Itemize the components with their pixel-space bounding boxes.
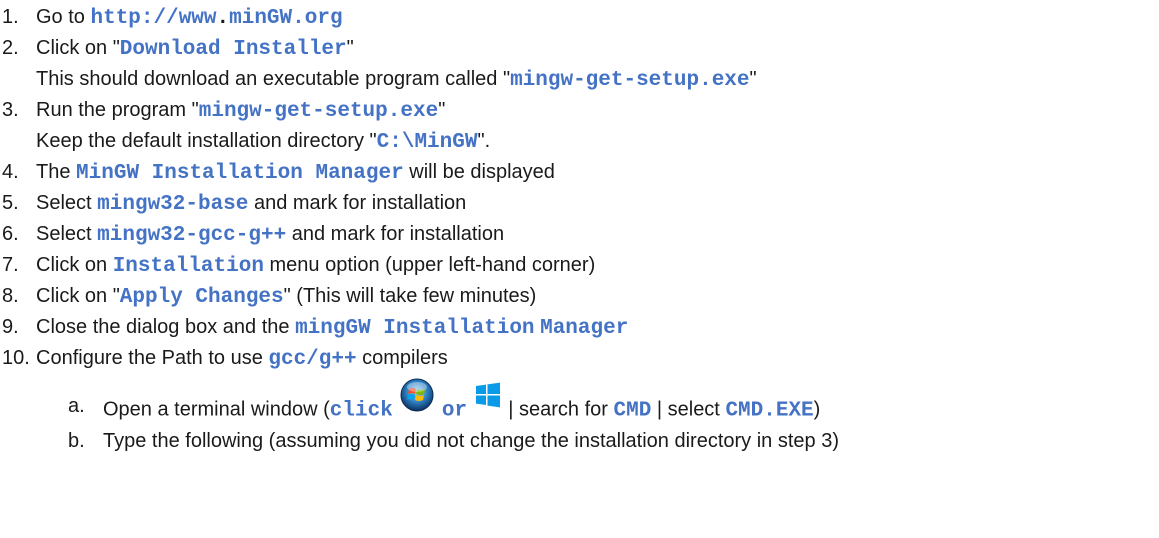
url-domain[interactable]: minGW.org bbox=[229, 7, 342, 30]
cmd-word: CMD bbox=[613, 399, 652, 423]
click-word: click bbox=[329, 399, 393, 423]
step-text: Click on bbox=[36, 254, 113, 276]
step-text: Run the program " bbox=[36, 99, 199, 121]
windows-10-logo-icon bbox=[475, 382, 501, 422]
step-text: The bbox=[36, 161, 77, 183]
installation-menu-name: Installation bbox=[112, 255, 264, 278]
step-text: Select bbox=[36, 223, 98, 245]
step-text: This should download an executable progr… bbox=[36, 68, 511, 90]
step-text: ". bbox=[477, 130, 491, 152]
substep-letter: a. bbox=[68, 395, 85, 417]
installation-manager-name: mingGW Installation bbox=[295, 317, 535, 340]
setup-exe-name: mingw-get-setup.exe bbox=[510, 69, 750, 92]
or-word: or bbox=[441, 399, 468, 423]
step-text: " bbox=[749, 68, 757, 90]
apply-changes-name: Apply Changes bbox=[119, 286, 284, 309]
step-text: " bbox=[346, 37, 354, 59]
step-number: 2. bbox=[2, 37, 19, 59]
package-mingw32-base: mingw32-base bbox=[97, 193, 249, 216]
install-directory: C:\MinGW bbox=[376, 131, 478, 154]
step-text: Open a terminal window ( bbox=[103, 398, 330, 421]
manager-word: Manager bbox=[540, 317, 629, 340]
url-link[interactable]: http://www bbox=[90, 7, 216, 30]
step-text: | select bbox=[651, 398, 726, 421]
step-text: Go to bbox=[36, 6, 91, 28]
url-dot: . bbox=[216, 7, 230, 30]
step-text: ) bbox=[813, 398, 821, 421]
step-number: 6. bbox=[2, 223, 19, 245]
step-text: compilers bbox=[356, 347, 448, 369]
step-text: | search for bbox=[502, 398, 614, 421]
step-text: Click on " bbox=[36, 285, 120, 307]
cmd-exe-word: CMD.EXE bbox=[725, 399, 814, 423]
setup-exe-name: mingw-get-setup.exe bbox=[198, 100, 439, 123]
step-text: Click on " bbox=[36, 37, 120, 59]
step-text: and mark for installation bbox=[286, 223, 505, 245]
step-number: 4. bbox=[2, 161, 19, 183]
compiler-name: gcc/g++ bbox=[268, 348, 357, 371]
step-text: will be displayed bbox=[403, 161, 555, 183]
step-text: " bbox=[438, 99, 446, 121]
step-text: Configure the Path to use bbox=[36, 347, 269, 369]
step-text: " (This will take few minutes) bbox=[283, 285, 537, 307]
installation-manager-name: MinGW Installation Manager bbox=[76, 162, 404, 185]
step-number: 1. bbox=[2, 6, 19, 28]
windows-7-start-orb-icon bbox=[400, 378, 434, 426]
step-text: Keep the default installation directory … bbox=[36, 130, 377, 152]
step-text: Select bbox=[36, 192, 98, 214]
step-number: 8. bbox=[2, 285, 19, 307]
package-mingw32-gcc-gpp: mingw32-gcc-g++ bbox=[97, 224, 287, 247]
step-number: 7. bbox=[2, 254, 19, 276]
step-number: 9. bbox=[2, 316, 19, 338]
step-number: 5. bbox=[2, 192, 19, 214]
step-text: and mark for installation bbox=[248, 192, 467, 214]
download-installer-text: Download Installer bbox=[119, 38, 347, 61]
substep-letter: b. bbox=[68, 430, 85, 452]
step-number: 10. bbox=[2, 347, 30, 369]
instructions-document: 1. Go to http://www.minGW.org 2. Click o… bbox=[0, 0, 1159, 538]
step-text: Type the following (assuming you did not… bbox=[103, 430, 839, 452]
step-text: menu option (upper left-hand corner) bbox=[263, 254, 596, 276]
step-text: Close the dialog box and the bbox=[36, 316, 296, 338]
step-number: 3. bbox=[2, 99, 19, 121]
